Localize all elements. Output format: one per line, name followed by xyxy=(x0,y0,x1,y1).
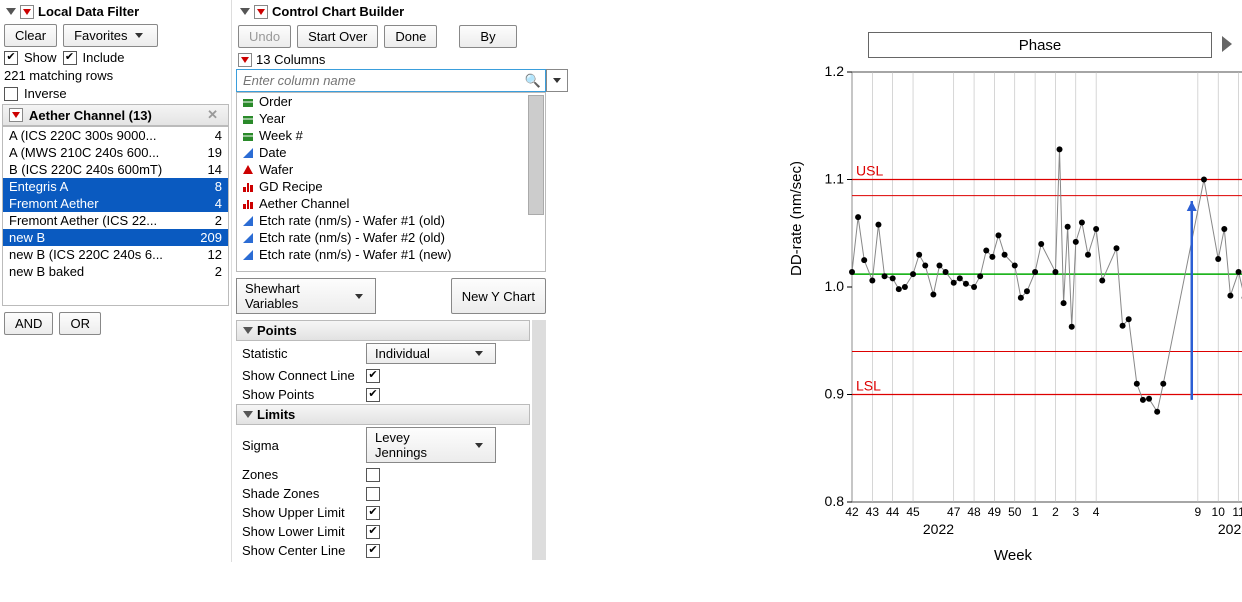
left-title: Local Data Filter xyxy=(38,4,139,19)
svg-text:2: 2 xyxy=(1052,505,1059,519)
sigma-combo[interactable]: Levey Jennings xyxy=(366,427,496,463)
disclosure-icon[interactable] xyxy=(243,411,253,418)
new-y-chart-button[interactable]: New Y Chart xyxy=(451,278,546,314)
chart-type-combo[interactable]: Shewhart Variables xyxy=(236,278,376,314)
show-label: Show xyxy=(24,50,57,65)
columns-count: 13 Columns xyxy=(256,52,325,67)
svg-text:11: 11 xyxy=(1232,505,1242,519)
menu-icon[interactable] xyxy=(238,53,252,67)
list-item[interactable]: Fremont Aether4 xyxy=(3,195,228,212)
chevron-down-icon xyxy=(135,33,143,38)
search-dropdown[interactable] xyxy=(546,69,568,92)
list-item[interactable]: Etch rate (nm/s) - Wafer #1 (new) xyxy=(237,246,545,263)
list-item[interactable]: Date xyxy=(237,144,545,161)
scrollbar-thumb[interactable] xyxy=(528,95,544,215)
list-item[interactable]: Wafer xyxy=(237,161,545,178)
inverse-checkbox[interactable] xyxy=(4,87,18,101)
include-checkbox[interactable] xyxy=(63,51,77,65)
control-chart[interactable]: 0.80.91.01.11.24243444547484950123491011… xyxy=(792,64,1242,564)
statistic-combo[interactable]: Individual xyxy=(366,343,496,364)
list-item[interactable]: A (MWS 210C 240s 600...19 xyxy=(3,144,228,161)
svg-text:44: 44 xyxy=(886,505,900,519)
phase-header[interactable]: Phase xyxy=(868,32,1212,58)
lower-limit-checkbox[interactable] xyxy=(366,525,380,539)
svg-text:50: 50 xyxy=(1008,505,1022,519)
list-item[interactable]: Aether Channel xyxy=(237,195,545,212)
done-button[interactable]: Done xyxy=(384,25,437,48)
svg-text:48: 48 xyxy=(967,505,981,519)
list-item[interactable]: Entegris A8 xyxy=(3,178,228,195)
svg-text:LSL: LSL xyxy=(856,378,881,394)
menu-icon[interactable] xyxy=(254,5,268,19)
svg-text:4: 4 xyxy=(1093,505,1100,519)
menu-icon[interactable] xyxy=(9,108,23,122)
svg-text:49: 49 xyxy=(988,505,1002,519)
next-phase-icon[interactable] xyxy=(1222,36,1232,52)
show-checkbox[interactable] xyxy=(4,51,18,65)
x-axis-label: Week xyxy=(994,547,1032,564)
list-item[interactable]: Order xyxy=(237,93,545,110)
zones-checkbox[interactable] xyxy=(366,468,380,482)
list-item[interactable]: new B209 xyxy=(3,229,228,246)
disclosure-icon[interactable] xyxy=(240,8,250,15)
svg-text:47: 47 xyxy=(947,505,961,519)
svg-text:2022: 2022 xyxy=(923,521,954,537)
svg-text:0.9: 0.9 xyxy=(825,386,845,402)
svg-text:1.2: 1.2 xyxy=(825,64,845,79)
clear-button[interactable]: Clear xyxy=(4,24,57,47)
svg-text:2023: 2023 xyxy=(1218,521,1242,537)
svg-text:0.8: 0.8 xyxy=(825,493,845,509)
shade-zones-checkbox[interactable] xyxy=(366,487,380,501)
svg-text:42: 42 xyxy=(845,505,859,519)
list-item[interactable]: Etch rate (nm/s) - Wafer #2 (old) xyxy=(237,229,545,246)
menu-icon[interactable] xyxy=(20,5,34,19)
svg-text:1.0: 1.0 xyxy=(825,278,845,294)
list-item[interactable]: Week # xyxy=(237,127,545,144)
svg-text:1.1: 1.1 xyxy=(825,171,845,187)
search-input[interactable] xyxy=(237,70,521,91)
list-item[interactable]: GD Recipe xyxy=(237,178,545,195)
svg-text:9: 9 xyxy=(1195,505,1202,519)
close-icon[interactable]: ✕ xyxy=(203,107,222,123)
list-item[interactable]: new B baked2 xyxy=(3,263,228,280)
by-button[interactable]: By xyxy=(459,25,516,48)
search-icon[interactable]: 🔍 xyxy=(521,73,545,89)
svg-text:USL: USL xyxy=(856,163,883,179)
svg-text:10: 10 xyxy=(1212,505,1226,519)
undo-button[interactable]: Undo xyxy=(238,25,291,48)
main-title: Control Chart Builder xyxy=(272,4,404,19)
include-label: Include xyxy=(83,50,125,65)
svg-text:3: 3 xyxy=(1072,505,1079,519)
disclosure-icon[interactable] xyxy=(6,8,16,15)
or-button[interactable]: OR xyxy=(59,312,101,335)
list-item[interactable]: A (ICS 220C 300s 9000...4 xyxy=(3,127,228,144)
inverse-label: Inverse xyxy=(24,86,67,101)
favorites-button[interactable]: Favorites xyxy=(63,24,157,47)
disclosure-icon[interactable] xyxy=(243,327,253,334)
list-item[interactable]: new B (ICS 220C 240s 6...12 xyxy=(3,246,228,263)
list-item[interactable]: Etch rate (nm/s) - Wafer #1 (old) xyxy=(237,212,545,229)
svg-text:45: 45 xyxy=(906,505,920,519)
list-item[interactable]: B (ICS 220C 240s 600mT)14 xyxy=(3,161,228,178)
list-item[interactable]: Year xyxy=(237,110,545,127)
list-item[interactable]: Fremont Aether (ICS 22...2 xyxy=(3,212,228,229)
matching-rows: 221 matching rows xyxy=(4,68,113,83)
filter-list[interactable]: A (ICS 220C 300s 9000...4A (MWS 210C 240… xyxy=(2,126,229,306)
center-line-checkbox[interactable] xyxy=(366,544,380,558)
show-points-checkbox[interactable] xyxy=(366,388,380,402)
svg-text:1: 1 xyxy=(1032,505,1039,519)
connect-line-checkbox[interactable] xyxy=(366,369,380,383)
upper-limit-checkbox[interactable] xyxy=(366,506,380,520)
and-button[interactable]: AND xyxy=(4,312,53,335)
column-list[interactable]: OrderYearWeek #DateWaferGD RecipeAether … xyxy=(236,92,546,272)
start-over-button[interactable]: Start Over xyxy=(297,25,378,48)
filter-header: Aether Channel (13) ✕ xyxy=(2,104,229,126)
svg-text:43: 43 xyxy=(866,505,880,519)
